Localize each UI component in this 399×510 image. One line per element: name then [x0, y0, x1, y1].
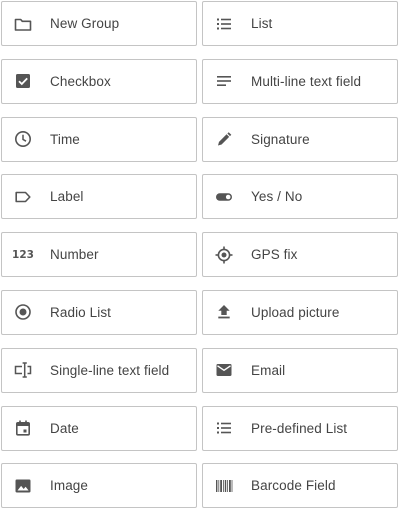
number-button[interactable]: 123 Number [1, 232, 197, 278]
image-button[interactable]: Image [1, 463, 197, 509]
time-label: Time [50, 131, 80, 147]
barcode-field-label: Barcode Field [251, 478, 336, 494]
single-line-text-field-label: Single-line text field [50, 362, 170, 378]
list-button[interactable]: List [202, 1, 398, 46]
list-label: List [251, 16, 273, 31]
toggle-icon [214, 187, 234, 207]
yes-no-button[interactable]: Yes / No [202, 174, 398, 220]
tag-icon [13, 187, 33, 207]
text-cursor-icon [13, 360, 33, 380]
clock-icon [13, 129, 33, 149]
multiline-text-field-button[interactable]: Multi-line text field [202, 58, 398, 104]
checkbox-label: Checkbox [50, 73, 111, 89]
yes-no-label: Yes / No [251, 189, 303, 205]
envelope-icon [214, 360, 234, 380]
pre-defined-list-label: Pre-defined List [251, 420, 348, 436]
gps-crosshair-icon [214, 245, 234, 265]
new-group-label: New Group [50, 16, 120, 31]
radio-list-label: Radio List [50, 304, 112, 320]
email-button[interactable]: Email [202, 347, 398, 393]
pen-icon [214, 129, 234, 149]
label-label: Label [50, 189, 84, 205]
time-button[interactable]: Time [1, 116, 197, 162]
gps-fix-label: GPS fix [251, 247, 298, 263]
calendar-icon [13, 418, 33, 438]
multiline-text-field-label: Multi-line text field [251, 73, 362, 89]
number-123-glyph: 123 [12, 248, 34, 261]
field-type-palette: New Group List Checkbox Multi-line text … [1, 1, 398, 509]
signature-label: Signature [251, 131, 310, 147]
date-label: Date [50, 420, 79, 436]
image-label: Image [50, 478, 89, 494]
checkbox-icon [13, 71, 33, 91]
number-123-icon: 123 [12, 245, 34, 265]
barcode-field-button[interactable]: Barcode Field [202, 463, 398, 509]
checkbox-button[interactable]: Checkbox [1, 58, 197, 104]
pre-defined-list-button[interactable]: Pre-defined List [202, 405, 398, 451]
upload-icon [214, 302, 234, 322]
number-label: Number [50, 247, 99, 263]
email-label: Email [251, 362, 286, 378]
radio-list-button[interactable]: Radio List [1, 289, 197, 335]
upload-picture-button[interactable]: Upload picture [202, 289, 398, 335]
folder-icon [13, 14, 33, 34]
upload-picture-label: Upload picture [251, 304, 340, 320]
label-button[interactable]: Label [1, 174, 197, 220]
list-icon [214, 14, 234, 34]
image-icon [13, 476, 33, 496]
multiline-text-icon [214, 71, 234, 91]
new-group-button[interactable]: New Group [1, 1, 197, 46]
signature-button[interactable]: Signature [202, 116, 398, 162]
list-icon [214, 418, 234, 438]
single-line-text-field-button[interactable]: Single-line text field [1, 347, 197, 393]
gps-fix-button[interactable]: GPS fix [202, 232, 398, 278]
date-button[interactable]: Date [1, 405, 197, 451]
barcode-icon [214, 476, 234, 496]
radio-button-icon [13, 302, 33, 322]
